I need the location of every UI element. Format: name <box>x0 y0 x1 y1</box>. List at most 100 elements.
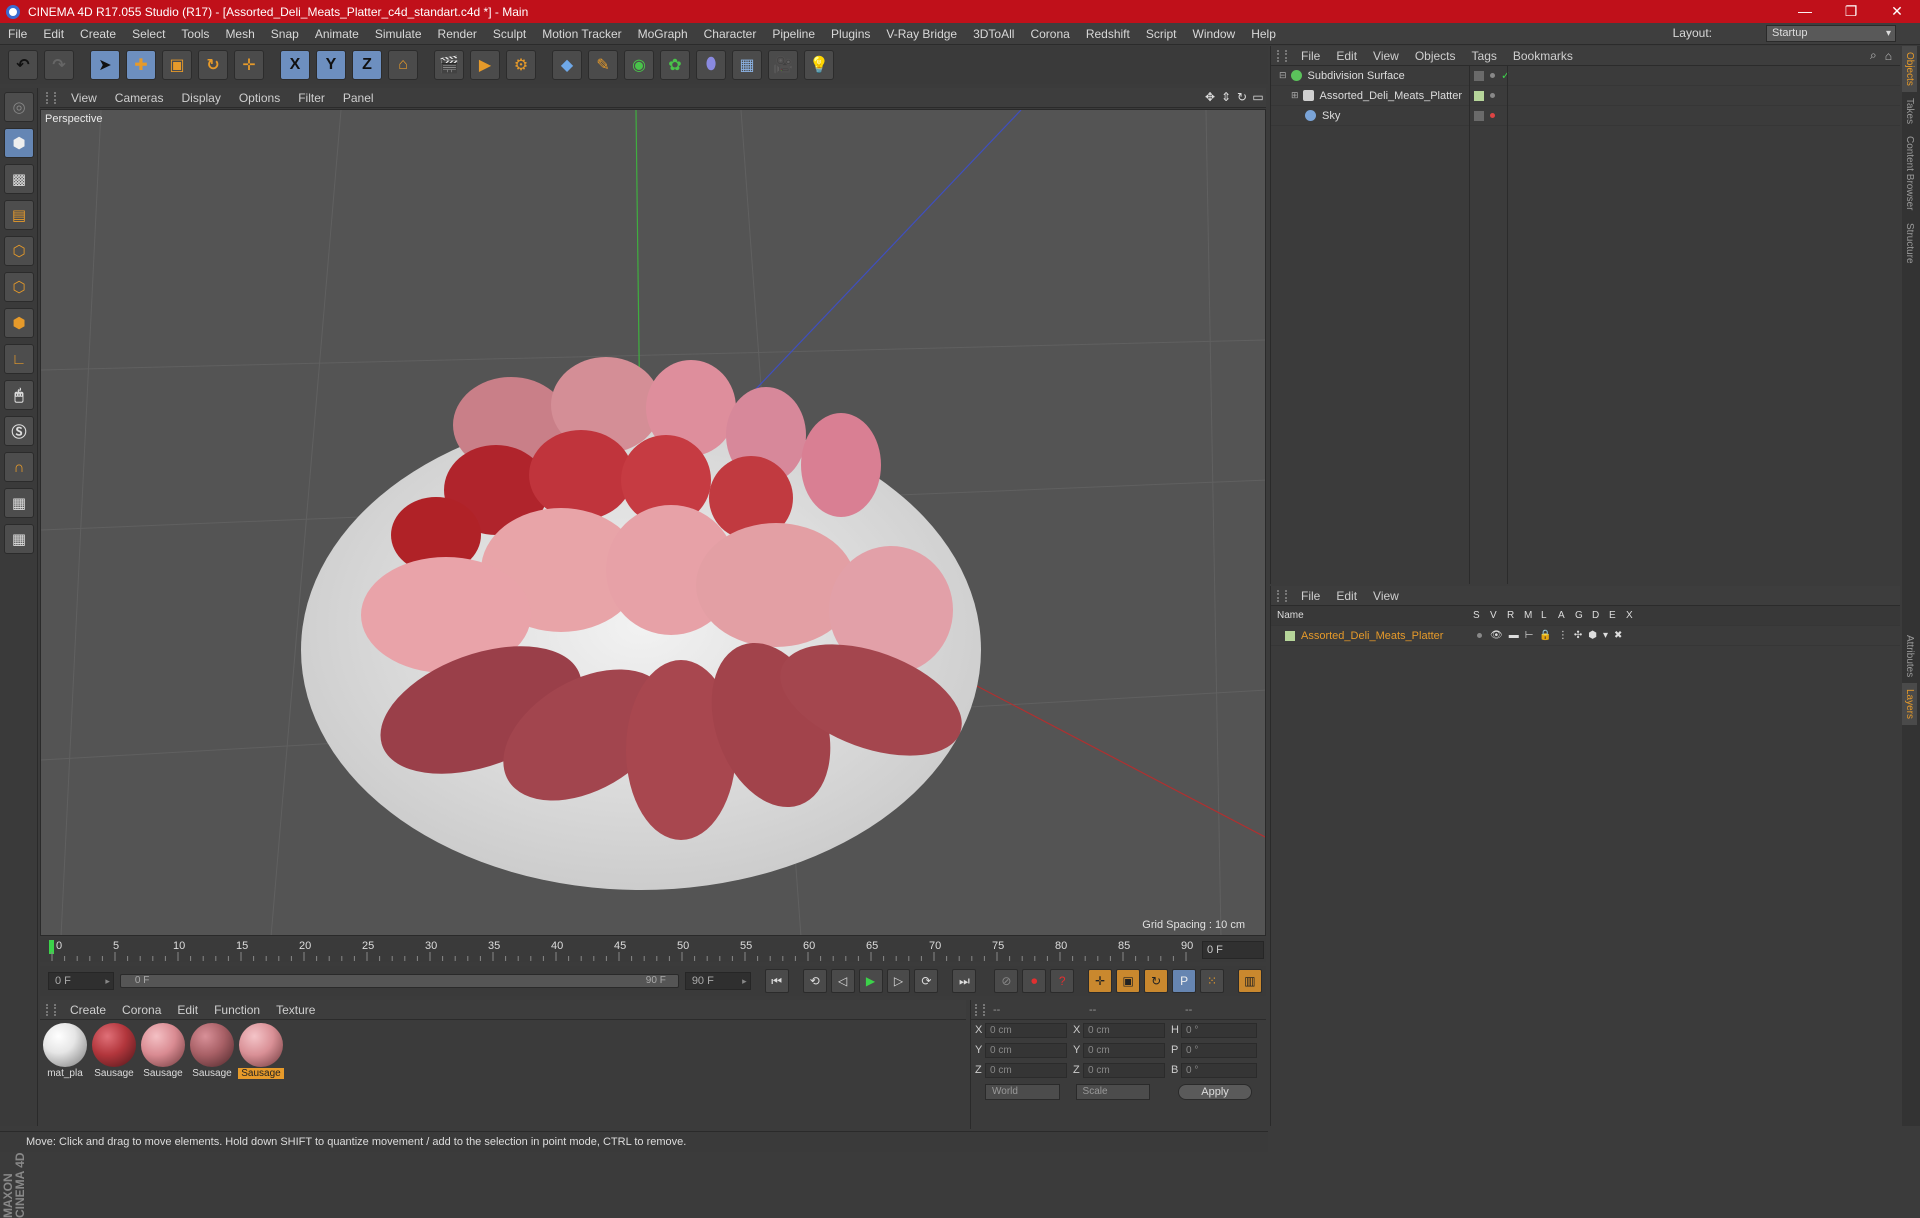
viewport-menu-filter[interactable]: Filter <box>289 91 334 105</box>
maximize-button[interactable]: ❐ <box>1828 3 1874 20</box>
material-swatch-mat-pla[interactable]: mat_pla <box>42 1023 88 1127</box>
object-row-subdivision-surface[interactable]: ⊟ Subdivision Surface ✓ <box>1271 66 1900 86</box>
y-axis-lock-icon[interactable]: Y <box>316 50 346 80</box>
deformer-icon[interactable]: ⬮ <box>696 50 726 80</box>
spline-pen-icon[interactable]: ✎ <box>588 50 618 80</box>
layer-toggle[interactable] <box>1474 110 1484 121</box>
play-icon[interactable]: ▶ <box>858 969 883 993</box>
material-swatch-sausage-2[interactable]: Sausage <box>140 1023 186 1127</box>
material-swatch-sausage-1[interactable]: Sausage <box>91 1023 137 1127</box>
undo-icon[interactable]: ↶ <box>8 50 38 80</box>
size-y-field[interactable]: 0 cm <box>1083 1042 1165 1058</box>
render-icon[interactable]: ▬ <box>1509 630 1519 641</box>
material-swatch-sausage-4-selected[interactable]: Sausage <box>238 1023 284 1127</box>
animation-icon[interactable]: ⋮ <box>1558 630 1568 641</box>
rotation-h-field[interactable]: 0 ° <box>1181 1022 1257 1038</box>
goto-end-icon[interactable]: ⏭ <box>952 969 977 993</box>
search-icon[interactable]: ⌕ <box>1870 48 1877 63</box>
apply-button[interactable]: Apply <box>1178 1084 1252 1100</box>
menu-file[interactable]: File <box>0 27 35 41</box>
render-settings-icon[interactable]: ⚙ <box>506 50 536 80</box>
menu-snap[interactable]: Snap <box>263 27 307 41</box>
model-mode-icon[interactable]: ⬢ <box>4 128 34 158</box>
layers-menu-view[interactable]: View <box>1365 589 1407 603</box>
move-tool-icon[interactable]: ✚ <box>126 50 156 80</box>
render-view-icon[interactable]: 🎬 <box>434 50 464 80</box>
points-mode-icon[interactable]: ⬡ <box>4 236 34 266</box>
timeline-ruler[interactable]: 0 5 10 15 20 25 30 35 40 45 50 55 60 65 … <box>40 938 1266 962</box>
key-parameter-icon[interactable]: P <box>1172 969 1197 993</box>
perspective-viewport[interactable]: Perspective Grid Spacing : 10 cm <box>40 109 1266 936</box>
menu-3dtoall[interactable]: 3DToAll <box>965 27 1022 41</box>
menu-character[interactable]: Character <box>696 27 765 41</box>
key-rotation-icon[interactable]: ↻ <box>1144 969 1169 993</box>
menu-mograph[interactable]: MoGraph <box>630 27 696 41</box>
menu-simulate[interactable]: Simulate <box>367 27 430 41</box>
manager-icon[interactable]: ⊢ <box>1525 630 1534 641</box>
locked-workplane-icon[interactable]: ▦ <box>4 488 34 518</box>
panel-grip-icon[interactable] <box>1277 589 1287 602</box>
objects-menu-file[interactable]: File <box>1293 49 1328 63</box>
visibility-dot[interactable] <box>1490 93 1495 98</box>
layers-menu-edit[interactable]: Edit <box>1328 589 1365 603</box>
rotate-tool-icon[interactable]: ↻ <box>198 50 228 80</box>
objects-menu-edit[interactable]: Edit <box>1328 49 1365 63</box>
x-axis-lock-icon[interactable]: X <box>280 50 310 80</box>
planar-workplane-icon[interactable]: ▦ <box>4 524 34 554</box>
objects-menu-objects[interactable]: Objects <box>1407 49 1464 63</box>
timeline-window-icon[interactable]: ▥ <box>1238 969 1262 993</box>
key-position-icon[interactable]: ✛ <box>1088 969 1113 993</box>
motion-record-icon[interactable]: ⊘ <box>994 969 1019 993</box>
edges-mode-icon[interactable]: ⬡ <box>4 272 34 302</box>
material-menu-corona[interactable]: Corona <box>114 1003 169 1017</box>
panel-grip-icon[interactable] <box>975 1003 985 1016</box>
viewport-menu-display[interactable]: Display <box>172 91 229 105</box>
key-scale-icon[interactable]: ▣ <box>1116 969 1141 993</box>
menu-mesh[interactable]: Mesh <box>217 27 262 41</box>
select-arrow-icon[interactable]: ➤ <box>90 50 120 80</box>
menu-render[interactable]: Render <box>430 27 485 41</box>
position-z-field[interactable]: 0 cm <box>985 1062 1067 1078</box>
layer-color-tag[interactable] <box>1474 90 1484 101</box>
material-menu-function[interactable]: Function <box>206 1003 268 1017</box>
key-pla-icon[interactable]: ⁙ <box>1200 969 1224 993</box>
prev-frame-icon[interactable]: ◁ <box>830 969 855 993</box>
solo-toggle[interactable] <box>1477 633 1482 638</box>
menu-pipeline[interactable]: Pipeline <box>764 27 823 41</box>
panel-grip-icon[interactable] <box>46 91 56 104</box>
scale-tool-icon[interactable]: ▣ <box>162 50 192 80</box>
menu-animate[interactable]: Animate <box>307 27 367 41</box>
tab-layers[interactable]: Layers <box>1902 683 1917 726</box>
goto-start-icon[interactable]: ⏮ <box>764 969 789 993</box>
record-keys-icon[interactable]: ⏺ <box>1022 969 1047 993</box>
polygons-mode-icon[interactable]: ⬢ <box>4 308 34 338</box>
visible-editor-icon[interactable]: 👁 <box>1490 630 1503 641</box>
auto-key-icon[interactable]: ? <box>1050 969 1075 993</box>
objects-menu-bookmarks[interactable]: Bookmarks <box>1505 49 1581 63</box>
menu-help[interactable]: Help <box>1243 27 1284 41</box>
viewport-menu-view[interactable]: View <box>62 91 106 105</box>
light-icon[interactable]: 💡 <box>804 50 834 80</box>
make-editable-icon[interactable]: ◎ <box>4 92 34 122</box>
rotation-p-field[interactable]: 0 ° <box>1181 1042 1257 1058</box>
coordinate-system-icon[interactable]: ⌂ <box>388 50 418 80</box>
xref-icon[interactable]: ✖ <box>1614 630 1622 641</box>
cube-primitive-icon[interactable]: ◆ <box>552 50 582 80</box>
deformers-icon[interactable]: ⬢ <box>1588 630 1597 641</box>
layer-toggle[interactable] <box>1474 70 1484 81</box>
material-menu-edit[interactable]: Edit <box>169 1003 206 1017</box>
texture-mode-icon[interactable]: ▩ <box>4 164 34 194</box>
preview-range-slider[interactable]: 0 F 90 F <box>119 974 679 988</box>
lock-icon[interactable]: 🔒 <box>1539 630 1551 641</box>
viewport-menu-options[interactable]: Options <box>230 91 289 105</box>
tweak-mode-icon[interactable]: 🖱 <box>4 380 34 410</box>
end-frame-field[interactable]: 90 F <box>684 972 751 990</box>
material-menu-texture[interactable]: Texture <box>268 1003 323 1017</box>
size-mode-dropdown[interactable]: Scale <box>1075 1084 1151 1100</box>
camera-icon[interactable]: 🎥 <box>768 50 798 80</box>
redo-icon[interactable]: ↷ <box>44 50 74 80</box>
generators-icon[interactable]: ✣ <box>1574 630 1582 641</box>
render-picture-viewer-icon[interactable]: ▶ <box>470 50 500 80</box>
viewport-menu-panel[interactable]: Panel <box>334 91 383 105</box>
menu-create[interactable]: Create <box>72 27 124 41</box>
